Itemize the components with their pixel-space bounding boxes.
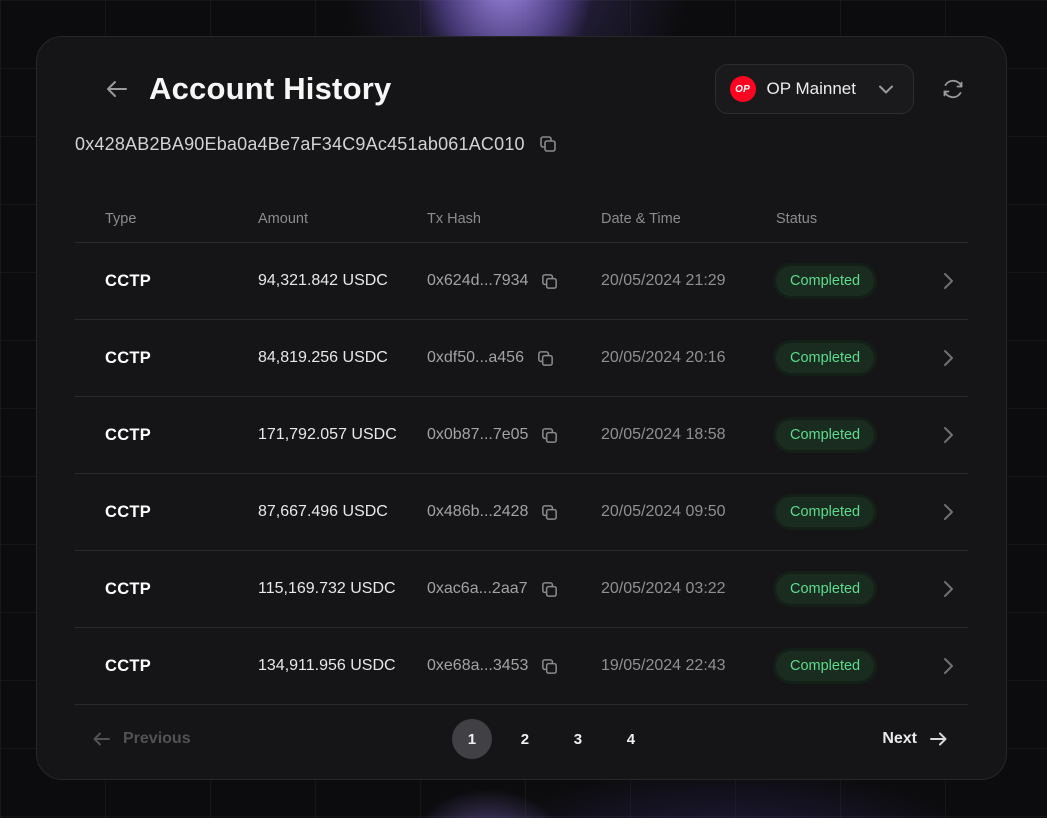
arrow-left-icon — [91, 728, 113, 750]
tx-type: CCTP — [105, 657, 151, 676]
op-mainnet-logo-icon: OP — [730, 76, 756, 102]
back-button[interactable] — [99, 71, 135, 107]
network-label: OP Mainnet — [767, 79, 856, 99]
page-button-1[interactable]: 1 — [452, 719, 492, 759]
copy-icon — [540, 426, 559, 445]
tx-datetime: 20/05/2024 20:16 — [601, 349, 776, 367]
table-row[interactable]: CCTP 84,819.256 USDC 0xdf50...a456 20/05… — [75, 320, 968, 397]
table-row[interactable]: CCTP 134,911.956 USDC 0xe68a...3453 19/0… — [75, 628, 968, 705]
tx-amount: 171,792.057 USDC — [258, 426, 427, 444]
tx-type: CCTP — [105, 580, 151, 599]
copy-txhash-button[interactable] — [538, 655, 561, 678]
next-label: Next — [882, 730, 917, 748]
tx-amount: 134,911.956 USDC — [258, 657, 427, 675]
tx-type: CCTP — [105, 272, 151, 291]
arrow-right-icon — [927, 728, 949, 750]
table-row[interactable]: CCTP 171,792.057 USDC 0x0b87...7e05 20/0… — [75, 397, 968, 474]
address-row: 0x428AB2BA90Eba0a4Be7aF34C9Ac451ab061AC0… — [75, 129, 968, 159]
col-header-amount: Amount — [258, 211, 427, 227]
copy-icon — [538, 134, 558, 154]
col-header-status: Status — [776, 211, 936, 227]
tx-type: CCTP — [105, 426, 151, 445]
chevron-right-icon[interactable] — [936, 500, 960, 524]
wallet-address: 0x428AB2BA90Eba0a4Be7aF34C9Ac451ab061AC0… — [75, 134, 525, 155]
previous-label: Previous — [123, 730, 191, 748]
page-number-list: 1234 — [221, 719, 883, 759]
status-badge: Completed — [776, 343, 874, 373]
status-badge: Completed — [776, 420, 874, 450]
table-body: CCTP 94,321.842 USDC 0x624d...7934 20/05… — [75, 243, 968, 705]
refresh-icon — [940, 76, 966, 102]
tx-amount: 115,169.732 USDC — [258, 580, 427, 598]
copy-txhash-button[interactable] — [538, 578, 561, 601]
status-badge: Completed — [776, 651, 874, 681]
chevron-right-icon[interactable] — [936, 577, 960, 601]
table-header-row: Type Amount Tx Hash Date & Time Status — [75, 159, 968, 243]
chevron-right-icon[interactable] — [936, 423, 960, 447]
tx-datetime: 20/05/2024 03:22 — [601, 580, 776, 598]
copy-txhash-button[interactable] — [538, 424, 561, 447]
table-row[interactable]: CCTP 87,667.496 USDC 0x486b...2428 20/05… — [75, 474, 968, 551]
tx-hash: 0xdf50...a456 — [427, 349, 524, 367]
col-header-type: Type — [75, 211, 258, 227]
status-badge: Completed — [776, 497, 874, 527]
tx-amount: 87,667.496 USDC — [258, 503, 427, 521]
tx-hash: 0xe68a...3453 — [427, 657, 528, 675]
copy-icon — [540, 657, 559, 676]
tx-datetime: 20/05/2024 18:58 — [601, 426, 776, 444]
col-header-datetime: Date & Time — [601, 211, 776, 227]
history-table: Type Amount Tx Hash Date & Time Status C… — [75, 159, 968, 705]
network-select[interactable]: OP OP Mainnet — [715, 64, 914, 114]
tx-hash: 0xac6a...2aa7 — [427, 580, 528, 598]
tx-hash: 0x486b...2428 — [427, 503, 528, 521]
table-row[interactable]: CCTP 94,321.842 USDC 0x624d...7934 20/05… — [75, 243, 968, 320]
status-badge: Completed — [776, 266, 874, 296]
tx-hash: 0x624d...7934 — [427, 272, 528, 290]
chevron-right-icon[interactable] — [936, 654, 960, 678]
previous-page-button[interactable]: Previous — [91, 728, 191, 750]
col-header-txhash: Tx Hash — [427, 211, 601, 227]
copy-icon — [540, 272, 559, 291]
refresh-button[interactable] — [936, 72, 970, 106]
pagination: Previous 1234 Next — [37, 705, 1006, 779]
next-page-button[interactable]: Next — [882, 728, 949, 750]
copy-icon — [540, 580, 559, 599]
copy-address-button[interactable] — [536, 132, 560, 156]
tx-type: CCTP — [105, 349, 151, 368]
tx-datetime: 20/05/2024 09:50 — [601, 503, 776, 521]
tx-amount: 94,321.842 USDC — [258, 272, 427, 290]
copy-txhash-button[interactable] — [534, 347, 557, 370]
tx-hash: 0x0b87...7e05 — [427, 426, 528, 444]
copy-txhash-button[interactable] — [538, 501, 561, 524]
copy-txhash-button[interactable] — [538, 270, 561, 293]
page-title: Account History — [149, 71, 391, 107]
page-button-2[interactable]: 2 — [505, 719, 545, 759]
tx-amount: 84,819.256 USDC — [258, 349, 427, 367]
tx-datetime: 20/05/2024 21:29 — [601, 272, 776, 290]
chevron-right-icon[interactable] — [936, 269, 960, 293]
tx-type: CCTP — [105, 503, 151, 522]
chevron-right-icon[interactable] — [936, 346, 960, 370]
page-button-3[interactable]: 3 — [558, 719, 598, 759]
back-arrow-icon — [103, 75, 131, 103]
table-row[interactable]: CCTP 115,169.732 USDC 0xac6a...2aa7 20/0… — [75, 551, 968, 628]
page-button-4[interactable]: 4 — [611, 719, 651, 759]
tx-datetime: 19/05/2024 22:43 — [601, 657, 776, 675]
copy-icon — [540, 503, 559, 522]
copy-icon — [536, 349, 555, 368]
card-header: Account History OP OP Mainnet — [99, 61, 970, 117]
status-badge: Completed — [776, 574, 874, 604]
account-history-card: Account History OP OP Mainnet 0x428AB2BA… — [36, 36, 1007, 780]
chevron-down-icon — [877, 80, 895, 98]
